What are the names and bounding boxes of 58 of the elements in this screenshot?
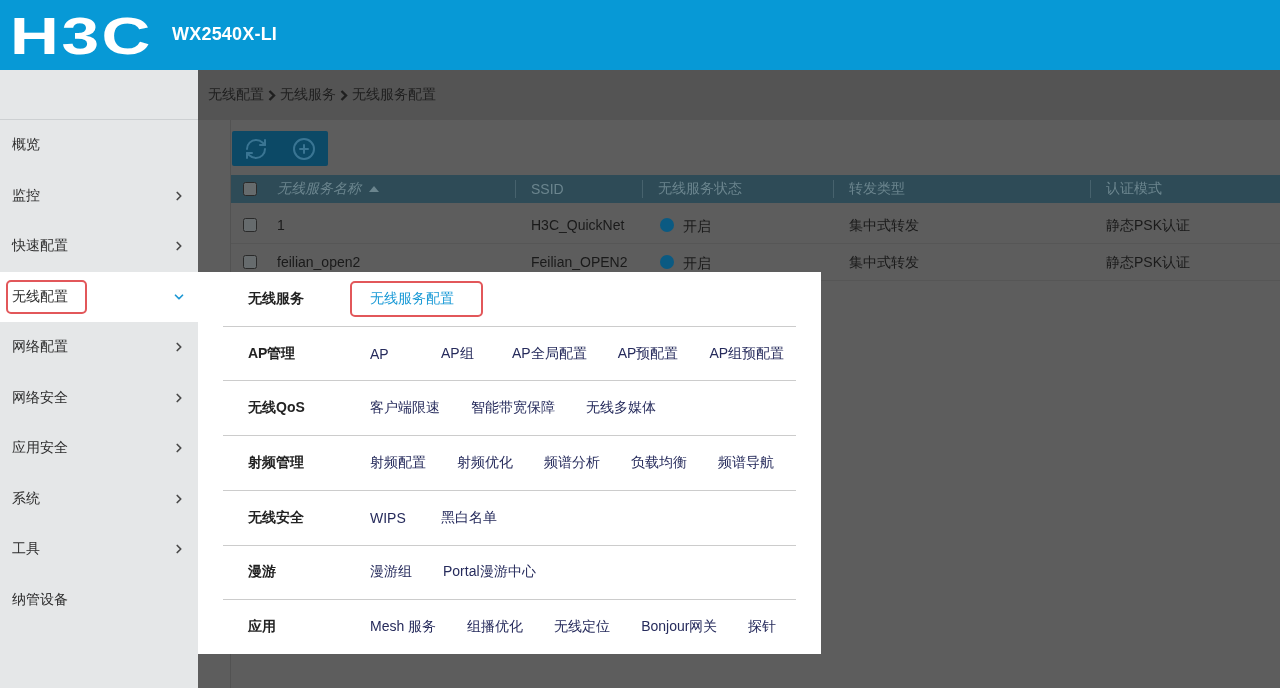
menu-group-label: 无线服务	[247, 289, 305, 308]
sidebar-item[interactable]: 网络安全	[0, 372, 198, 423]
menu-link[interactable]: 射频配置	[370, 454, 426, 472]
menu-group-label: 应用	[247, 618, 277, 637]
menu-link[interactable]: 频谱导航	[718, 454, 774, 472]
sort-up-icon	[369, 186, 379, 192]
menu-link[interactable]: 射频优化	[457, 454, 513, 472]
menu-link[interactable]: 漫游组	[370, 563, 412, 582]
sidebar-item[interactable]: 系统	[0, 473, 198, 524]
menu-link[interactable]: 负载均衡	[631, 454, 687, 472]
brand-logo: H3C	[10, 10, 154, 62]
menu-link[interactable]: Mesh 服务	[370, 618, 437, 637]
menu-link[interactable]: 探针	[748, 618, 789, 637]
table-cell-text: H3C_QuickNet	[530, 217, 625, 233]
menu-link[interactable]: AP	[370, 345, 410, 362]
refresh-icon	[244, 136, 268, 161]
sidebar-item[interactable]: 网络配置	[0, 322, 198, 373]
menu-link[interactable]: 频谱分析	[544, 454, 600, 472]
menu-link[interactable]: AP预配置	[617, 344, 679, 363]
sidebar-item[interactable]: 快速配置	[0, 221, 198, 272]
menu-link[interactable]: Bonjour网关	[641, 618, 718, 637]
status-label: 开启	[683, 217, 711, 236]
menu-link[interactable]: AP全局配置	[512, 344, 587, 363]
chevron-right-icon	[340, 89, 348, 101]
menu-link[interactable]: 无线多媒体	[586, 399, 656, 418]
status-label: 开启	[683, 254, 711, 273]
sidebar-item[interactable]: 应用安全	[0, 423, 198, 474]
row-checkbox[interactable]	[243, 255, 257, 269]
sidebar-item[interactable]: 工具	[0, 524, 198, 575]
menu-group-label: 无线安全	[247, 508, 305, 527]
select-all-checkbox[interactable]	[243, 182, 257, 196]
table-cell-text: 静态PSK认证	[1105, 253, 1190, 270]
menu-group-label: 射频管理	[247, 454, 305, 472]
sidebar-item[interactable]: 监控	[0, 170, 198, 221]
menu-link[interactable]: AP组	[441, 344, 481, 363]
chevron-right-icon	[268, 89, 276, 101]
sidebar-item[interactable]: 概览	[0, 120, 198, 171]
plus-circle-icon	[292, 136, 316, 161]
menu-group-label: AP管理	[247, 344, 297, 363]
menu-link[interactable]: 黑白名单	[441, 508, 497, 527]
table-cell-text: Feilian_OPEN2	[530, 254, 628, 270]
menu-link[interactable]: 无线定位	[554, 618, 611, 637]
menu-link[interactable]: Portal漫游中心	[443, 563, 536, 582]
menu-group-label: 漫游	[247, 563, 277, 582]
menu-link[interactable]: WIPS	[370, 509, 410, 526]
table-cell-text: 集中式转发	[848, 216, 919, 233]
row-checkbox[interactable]	[243, 218, 257, 232]
menu-group-label: 无线QoS	[247, 399, 306, 418]
sidebar-item[interactable]: 纳管设备	[0, 574, 198, 625]
menu-link[interactable]: 智能带宽保障	[471, 399, 555, 418]
menu-link[interactable]: 组播优化	[467, 618, 524, 637]
table-cell-text: 静态PSK认证	[1105, 216, 1190, 233]
table-cell-text: 集中式转发	[848, 253, 919, 270]
table-cell-text: 1	[276, 217, 285, 233]
menu-link[interactable]: 客户端限速	[370, 399, 440, 418]
menu-link[interactable]: AP组预配置	[709, 344, 785, 363]
table-cell-text: feilian_open2	[276, 254, 361, 270]
device-model: WX2540X-LI	[172, 23, 278, 45]
